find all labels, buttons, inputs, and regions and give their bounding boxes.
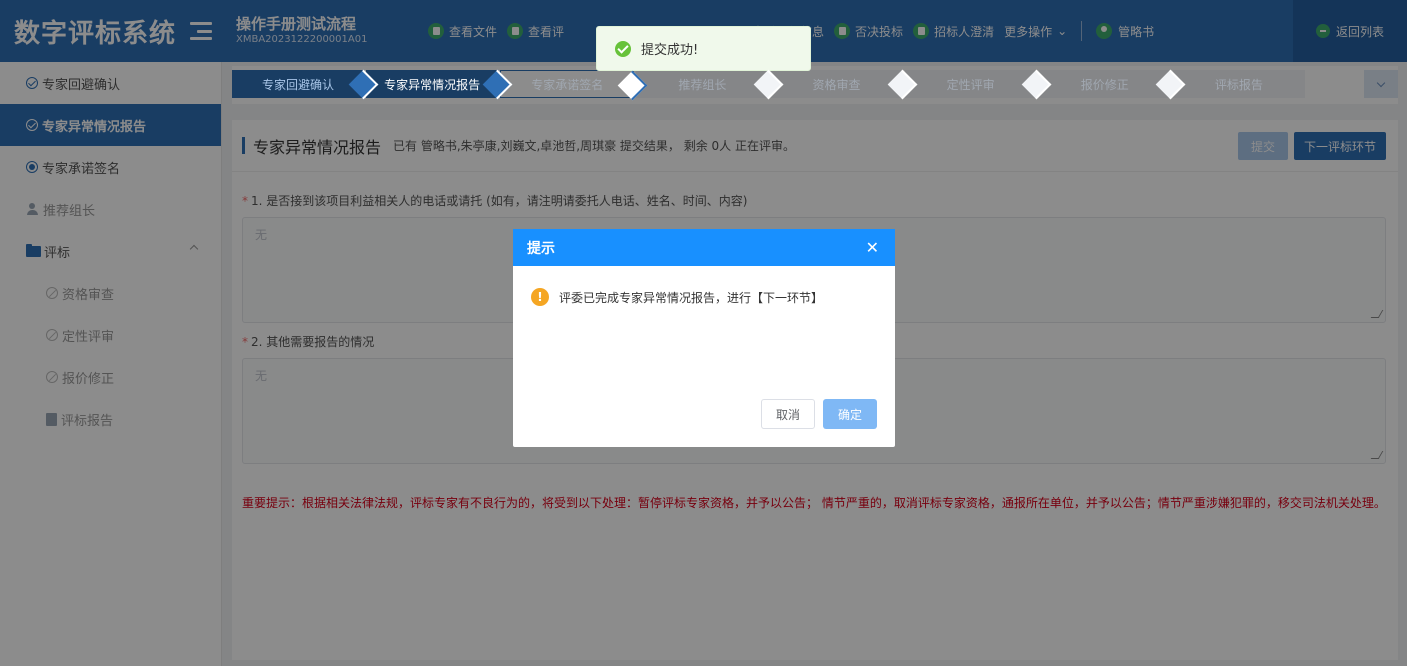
dialog-header: 提示 ✕ [513, 229, 895, 266]
dialog-message-row: ! 评委已完成专家异常情况报告，进行【下一环节】 [513, 266, 895, 306]
confirm-button[interactable]: 确定 [823, 399, 877, 429]
cancel-button[interactable]: 取消 [761, 399, 815, 429]
close-icon[interactable]: ✕ [866, 238, 879, 257]
dialog-title: 提示 [527, 240, 555, 257]
dialog-message: 评委已完成专家异常情况报告，进行【下一环节】 [559, 290, 824, 305]
success-check-icon [615, 40, 631, 57]
toast-message: 提交成功! [641, 43, 699, 58]
confirm-dialog: 提示 ✕ ! 评委已完成专家异常情况报告，进行【下一环节】 取消 确定 [513, 229, 895, 447]
dialog-buttons: 取消 确定 [761, 399, 877, 429]
success-toast: 提交成功! [596, 26, 811, 71]
warning-icon: ! [531, 288, 549, 306]
